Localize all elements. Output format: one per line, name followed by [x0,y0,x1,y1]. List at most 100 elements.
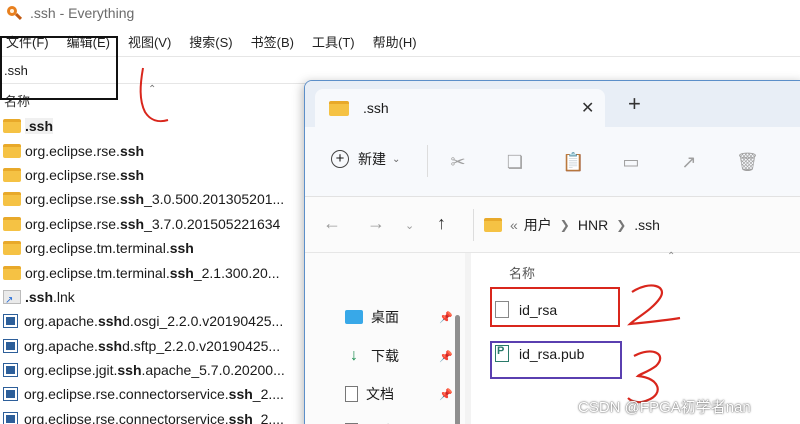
command-separator [427,145,428,177]
up-arrow-icon[interactable]: ↑ [437,213,446,234]
nav-item-desktop[interactable]: 桌面 📌 [345,307,455,327]
folder-icon [3,167,21,182]
menu-view[interactable]: 视图(V) [128,32,171,51]
folder-icon [3,192,21,207]
result-name: org.eclipse.tm.terminal.ssh_2.1.300.20..… [25,264,280,281]
pin-icon: 📌 [439,311,453,324]
close-icon[interactable]: ✕ [581,98,594,118]
paste-icon[interactable]: 📋 [562,151,584,173]
menu-search[interactable]: 搜索(S) [189,32,232,51]
annotation-box-red [490,287,620,327]
menu-help[interactable]: 帮助(H) [373,32,417,51]
jar-file-icon [3,338,18,353]
result-row[interactable]: .ssh.lnk [0,285,310,309]
nav-item-downloads[interactable]: ↓ 下载 📌 [345,346,455,366]
result-name: .ssh [25,118,54,135]
menu-bar: 文件(F) 编辑(E) 视图(V) 搜索(S) 书签(B) 工具(T) 帮助(H… [0,30,800,52]
jar-file-icon [3,411,18,424]
cut-icon[interactable]: ✂ [447,151,469,173]
annotation-box-search [0,36,118,100]
folder-icon [3,265,21,280]
folder-icon [3,216,21,231]
result-row[interactable]: org.eclipse.tm.terminal.ssh [0,236,310,260]
breadcrumb-hnr[interactable]: HNR [578,217,608,233]
new-tab-button[interactable]: + [628,93,641,115]
delete-icon[interactable]: 🗑 [736,151,759,173]
result-row[interactable]: org.eclipse.jgit.ssh.apache_5.7.0.20200.… [0,358,310,382]
nav-item-label: 桌面 [371,309,399,325]
jar-file-icon [3,387,18,402]
breadcrumb-overflow[interactable]: « [510,217,518,233]
magnifier-icon [6,5,23,21]
result-row[interactable]: org.eclipse.rse.ssh [0,138,310,162]
result-row[interactable]: org.apache.sshd.osgi_2.2.0.v20190425... [0,309,310,333]
result-row[interactable]: org.eclipse.rse.connectorservice.ssh_2..… [0,407,310,424]
result-name: org.eclipse.rse.connectorservice.ssh_2..… [24,410,284,424]
result-row[interactable]: org.eclipse.rse.ssh_3.0.500.201305201... [0,187,310,211]
menu-bookmarks[interactable]: 书签(B) [251,32,294,51]
result-name: org.eclipse.rse.ssh_3.7.0.201505221634 [25,215,281,232]
folder-icon [3,143,21,158]
sort-ascending-icon: ⌃ [148,84,157,95]
result-row[interactable]: .ssh [0,114,310,138]
result-row[interactable]: org.eclipse.rse.ssh_3.7.0.201505221634 [0,212,310,236]
pin-icon: 📌 [439,388,453,401]
plus-icon: + [331,150,349,168]
forward-arrow-icon[interactable]: → [367,213,385,234]
chevron-right-icon: ❯ [559,218,570,232]
back-arrow-icon[interactable]: ← [323,213,341,234]
nav-item-label: 文档 [366,386,394,402]
result-row[interactable]: org.eclipse.tm.terminal.ssh_2.1.300.20..… [0,260,310,284]
result-name: org.eclipse.rse.ssh [25,142,145,159]
new-button[interactable]: + 新建 ⌄ [331,149,400,169]
results-list: .ssh org.eclipse.rse.ssh org.eclipse.rse.s… [0,114,310,424]
result-name: org.apache.sshd.sftp_2.2.0.v20190425... [24,337,281,354]
jar-file-icon [3,314,18,329]
result-name: org.eclipse.rse.ssh [25,166,145,183]
folder-icon [3,241,21,256]
new-button-label: 新建 [358,151,386,167]
rename-icon[interactable]: ▭ [620,151,642,173]
result-row[interactable]: org.eclipse.rse.connectorservice.ssh_2..… [0,382,310,406]
pin-icon: 📌 [439,350,453,363]
chevron-down-icon: ⌄ [392,153,401,165]
result-name: org.eclipse.rse.ssh_3.0.500.201305201... [25,191,285,208]
sort-ascending-icon: ⌃ [667,251,676,262]
result-name: org.eclipse.jgit.ssh.apache_5.7.0.20200.… [24,362,285,379]
tab-ssh[interactable]: .ssh ✕ [315,89,605,127]
nav-item-documents[interactable]: 文档 📌 [345,384,455,404]
tab-bar: .ssh ✕ + [305,81,800,127]
annotation-box-purple [490,341,622,379]
document-icon [345,386,358,402]
desktop-icon [345,310,363,324]
result-name: org.eclipse.tm.terminal.ssh [25,240,194,257]
copy-icon[interactable]: ❏ [504,151,526,173]
menu-tools[interactable]: 工具(T) [312,32,355,51]
download-icon: ↓ [350,347,358,364]
breadcrumb[interactable]: « 用户 ❯ HNR ❯ .ssh ⌄ [473,209,800,241]
folder-icon [329,100,349,116]
result-name: .ssh.lnk [25,288,75,305]
result-name: org.apache.sshd.osgi_2.2.0.v20190425... [24,313,284,330]
address-bar: ← → ⌄ ↑ « 用户 ❯ HNR ❯ .ssh ⌄ [305,197,800,253]
folder-icon [3,119,21,134]
breadcrumb-ssh[interactable]: .ssh [634,217,660,233]
result-row[interactable]: org.eclipse.rse.ssh [0,163,310,187]
result-row[interactable]: org.apache.sshd.sftp_2.2.0.v20190425... [0,334,310,358]
explorer-window: .ssh ✕ + + 新建 ⌄ ✂ ❏ 📋 ▭ ↗ 🗑 ← → ⌄ ↑ « 用户… [304,80,800,424]
result-name: org.eclipse.rse.connectorservice.ssh_2..… [24,386,284,403]
navigation-pane: 桌面 📌 ↓ 下载 📌 文档 📌 图片 [305,253,465,424]
shortcut-icon [3,289,21,306]
breadcrumb-users[interactable]: 用户 [524,215,552,235]
nav-item-label: 下载 [371,348,399,364]
watermark-text: CSDN @FPGA初学者nan [578,399,751,416]
folder-icon [484,218,502,232]
recent-chevron-icon[interactable]: ⌄ [405,219,414,232]
chevron-right-icon: ❯ [616,218,627,232]
column-header-name[interactable]: 名称 [509,263,535,282]
tab-title: .ssh [363,100,389,116]
window-title: .ssh - Everything [30,5,135,21]
scrollbar[interactable] [455,315,460,424]
share-icon[interactable]: ↗ [678,151,700,173]
command-bar: + 新建 ⌄ ✂ ❏ 📋 ▭ ↗ 🗑 [305,127,800,197]
